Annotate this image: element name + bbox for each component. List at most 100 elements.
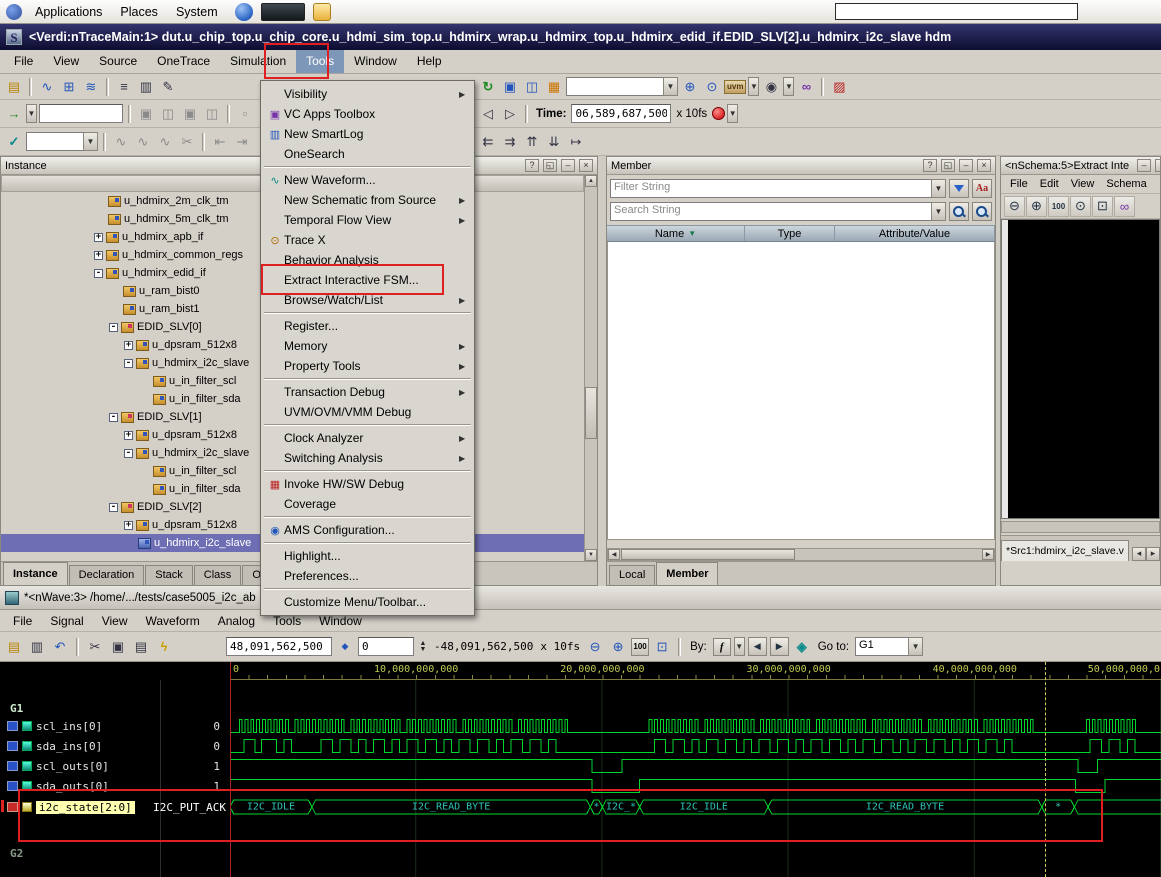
record-icon[interactable] bbox=[712, 107, 726, 120]
record-dropdown-icon[interactable]: ▼ bbox=[727, 104, 739, 123]
dropdown-arrow-icon[interactable]: ▼ bbox=[663, 77, 678, 96]
desktop-menu-places[interactable]: Places bbox=[111, 3, 167, 21]
tree-collapse-toggle[interactable]: - bbox=[109, 322, 118, 332]
dropdown-arrow-icon[interactable]: ▼ bbox=[931, 202, 946, 221]
edit-icon[interactable]: ✎ bbox=[158, 77, 178, 97]
wave-menu-waveform[interactable]: Waveform bbox=[137, 610, 209, 631]
eye-dropdown-icon[interactable]: ▼ bbox=[783, 77, 795, 96]
filter-input[interactable]: Filter String bbox=[610, 179, 931, 198]
menubar-view[interactable]: View bbox=[43, 50, 89, 73]
help-icon[interactable]: ? bbox=[923, 159, 937, 172]
fit-window-icon[interactable]: ⊡ bbox=[1092, 195, 1113, 217]
tree-expand-toggle[interactable]: + bbox=[124, 520, 133, 530]
column-header-attribute-value[interactable]: Attribute/Value bbox=[835, 226, 995, 241]
paste-icon[interactable]: ▤ bbox=[131, 637, 151, 657]
scope-input[interactable] bbox=[26, 132, 83, 151]
cursor-line[interactable] bbox=[1044, 662, 1046, 877]
open-icon[interactable]: ▤ bbox=[4, 77, 24, 97]
wave-signal-row-scl-ins-0[interactable]: scl_ins[0] 0 bbox=[0, 716, 1161, 736]
open-icon[interactable]: ▤ bbox=[4, 637, 24, 657]
tree-expand-toggle[interactable]: + bbox=[124, 340, 133, 350]
search-next-button[interactable]: ▶ bbox=[769, 637, 789, 656]
tools-menu-item-uvm-ovm-vmm-debug[interactable]: UVM/OVM/VMM Debug bbox=[262, 402, 473, 422]
tree-collapse-toggle[interactable]: - bbox=[124, 358, 133, 368]
previous-view-icon[interactable]: ◁ bbox=[478, 104, 498, 124]
scope-combo[interactable]: ▼ bbox=[26, 132, 98, 151]
wave-menu-analog[interactable]: Analog bbox=[209, 610, 264, 631]
new-window-icon[interactable]: ▣ bbox=[500, 77, 520, 97]
window-layout-icon[interactable]: ▣ bbox=[180, 104, 200, 124]
edge-next-icon[interactable]: ⇉ bbox=[500, 132, 520, 152]
smartlog-icon[interactable]: ▥ bbox=[136, 77, 156, 97]
desktop-menu-system[interactable]: System bbox=[167, 3, 227, 21]
schema-menu-view[interactable]: View bbox=[1066, 177, 1100, 191]
zoom-area-icon[interactable]: ⊙ bbox=[1070, 195, 1091, 217]
highlight-icon[interactable]: ▨ bbox=[829, 77, 849, 97]
undo-icon[interactable]: ↶ bbox=[50, 637, 70, 657]
help-icon[interactable]: ? bbox=[525, 159, 539, 172]
wave-group-row[interactable]: G1 bbox=[0, 700, 1161, 716]
zoom-out-icon[interactable]: ⊖ bbox=[1004, 195, 1025, 217]
tools-menu-item-new-smartlog[interactable]: ▥ New SmartLog bbox=[262, 124, 473, 144]
eye-icon[interactable]: ◉ bbox=[761, 77, 781, 97]
tools-menu-item-property-tools[interactable]: Property Tools ▶ bbox=[262, 356, 473, 376]
tree-collapse-toggle[interactable]: - bbox=[109, 502, 118, 512]
tab-scroll-right-icon[interactable]: ▸ bbox=[1146, 547, 1160, 561]
zoom-out-icon[interactable]: ⊖ bbox=[585, 637, 605, 657]
close-panel-icon[interactable]: × bbox=[1155, 159, 1160, 172]
waveform-canvas[interactable]: G1 G2 scl_ins[0] 0 sda_ins[0] 0 scl_outs[0] 1 sd… bbox=[0, 680, 1161, 877]
column-header-type[interactable]: Type bbox=[745, 226, 835, 241]
wave-signal-row-sda-outs-0[interactable]: sda_outs[0] 1 bbox=[0, 776, 1161, 796]
schematic-canvas[interactable] bbox=[1001, 219, 1160, 519]
cascade-window-icon[interactable]: ◫ bbox=[522, 77, 542, 97]
signal-icon[interactable]: ∿ bbox=[155, 132, 175, 152]
search-mode-dropdown-icon[interactable]: ▼ bbox=[733, 637, 745, 656]
horizontal-scrollbar[interactable] bbox=[1001, 521, 1160, 533]
search-next-button[interactable] bbox=[972, 202, 992, 221]
zoom-in-icon[interactable]: ⊕ bbox=[680, 77, 700, 97]
tools-menu-item-register[interactable]: Register... bbox=[262, 316, 473, 336]
tools-menu-item-transaction-debug[interactable]: Transaction Debug ▶ bbox=[262, 382, 473, 402]
tools-menu-item-behavior-analysis[interactable]: Behavior Analysis bbox=[262, 250, 473, 270]
tools-menu-item-new-waveform[interactable]: ∿ New Waveform... bbox=[262, 170, 473, 190]
edge-rise-icon[interactable]: ⇈ bbox=[522, 132, 542, 152]
tools-menu-item-customize-menu-toolbar[interactable]: Customize Menu/Toolbar... bbox=[262, 592, 473, 612]
scroll-left-icon[interactable]: ◀ bbox=[608, 549, 620, 560]
waveform-area[interactable]: 0 10,000,000,000 20,000,000,000 30,000,000,… bbox=[0, 662, 1161, 877]
wave-menu-signal[interactable]: Signal bbox=[41, 610, 92, 631]
tools-menu-item-highlight[interactable]: Highlight... bbox=[262, 546, 473, 566]
search-input[interactable] bbox=[566, 77, 663, 96]
tools-menu-item-coverage[interactable]: Coverage bbox=[262, 494, 473, 514]
source-tab[interactable]: *Src1:hdmirx_i2c_slave.v bbox=[1001, 540, 1129, 561]
glasses-icon[interactable]: ∞ bbox=[796, 77, 816, 97]
tools-menu-item-ams-configuration[interactable]: ◉ AMS Configuration... bbox=[262, 520, 473, 540]
scroll-down-icon[interactable]: ▼ bbox=[585, 549, 597, 561]
goto-marker-icon[interactable]: ◈ bbox=[792, 637, 812, 657]
command-input[interactable] bbox=[39, 104, 123, 123]
filter-combo[interactable]: Filter String ▼ bbox=[610, 179, 946, 198]
scrollbar-thumb[interactable] bbox=[621, 549, 795, 560]
search-icon[interactable]: ⊙ bbox=[702, 77, 722, 97]
uvm-dropdown-icon[interactable]: ▼ bbox=[748, 77, 760, 96]
browser-launcher-icon[interactable] bbox=[234, 2, 253, 21]
minimize-panel-icon[interactable]: – bbox=[1137, 159, 1152, 172]
zoom-100-icon[interactable]: 100 bbox=[631, 637, 650, 656]
main-menu-icon[interactable] bbox=[6, 3, 22, 20]
cut-icon[interactable]: ✂ bbox=[85, 637, 105, 657]
droplet-icon[interactable]: ◆ bbox=[335, 637, 355, 657]
close-panel-icon[interactable]: × bbox=[977, 159, 991, 172]
horizontal-scrollbar[interactable]: ◀ ▶ bbox=[607, 548, 995, 561]
edge-fall-icon[interactable]: ⇊ bbox=[544, 132, 564, 152]
cut-icon[interactable]: ✂ bbox=[177, 132, 197, 152]
schema-menu-edit[interactable]: Edit bbox=[1035, 177, 1064, 191]
search-input[interactable]: Search String bbox=[610, 202, 931, 221]
run-dropdown-icon[interactable]: ▼ bbox=[26, 104, 37, 123]
search-prev-button[interactable]: ◀ bbox=[747, 637, 767, 656]
window-layout-icon[interactable]: ◫ bbox=[158, 104, 178, 124]
cursor-time-input[interactable] bbox=[226, 637, 332, 656]
menubar-window[interactable]: Window bbox=[344, 50, 407, 73]
tools-menu-item-clock-analyzer[interactable]: Clock Analyzer ▶ bbox=[262, 428, 473, 448]
trace-icon[interactable]: ∞ bbox=[1114, 195, 1135, 217]
wave-menu-view[interactable]: View bbox=[93, 610, 137, 631]
temporal-flow-icon[interactable]: ≋ bbox=[81, 77, 101, 97]
